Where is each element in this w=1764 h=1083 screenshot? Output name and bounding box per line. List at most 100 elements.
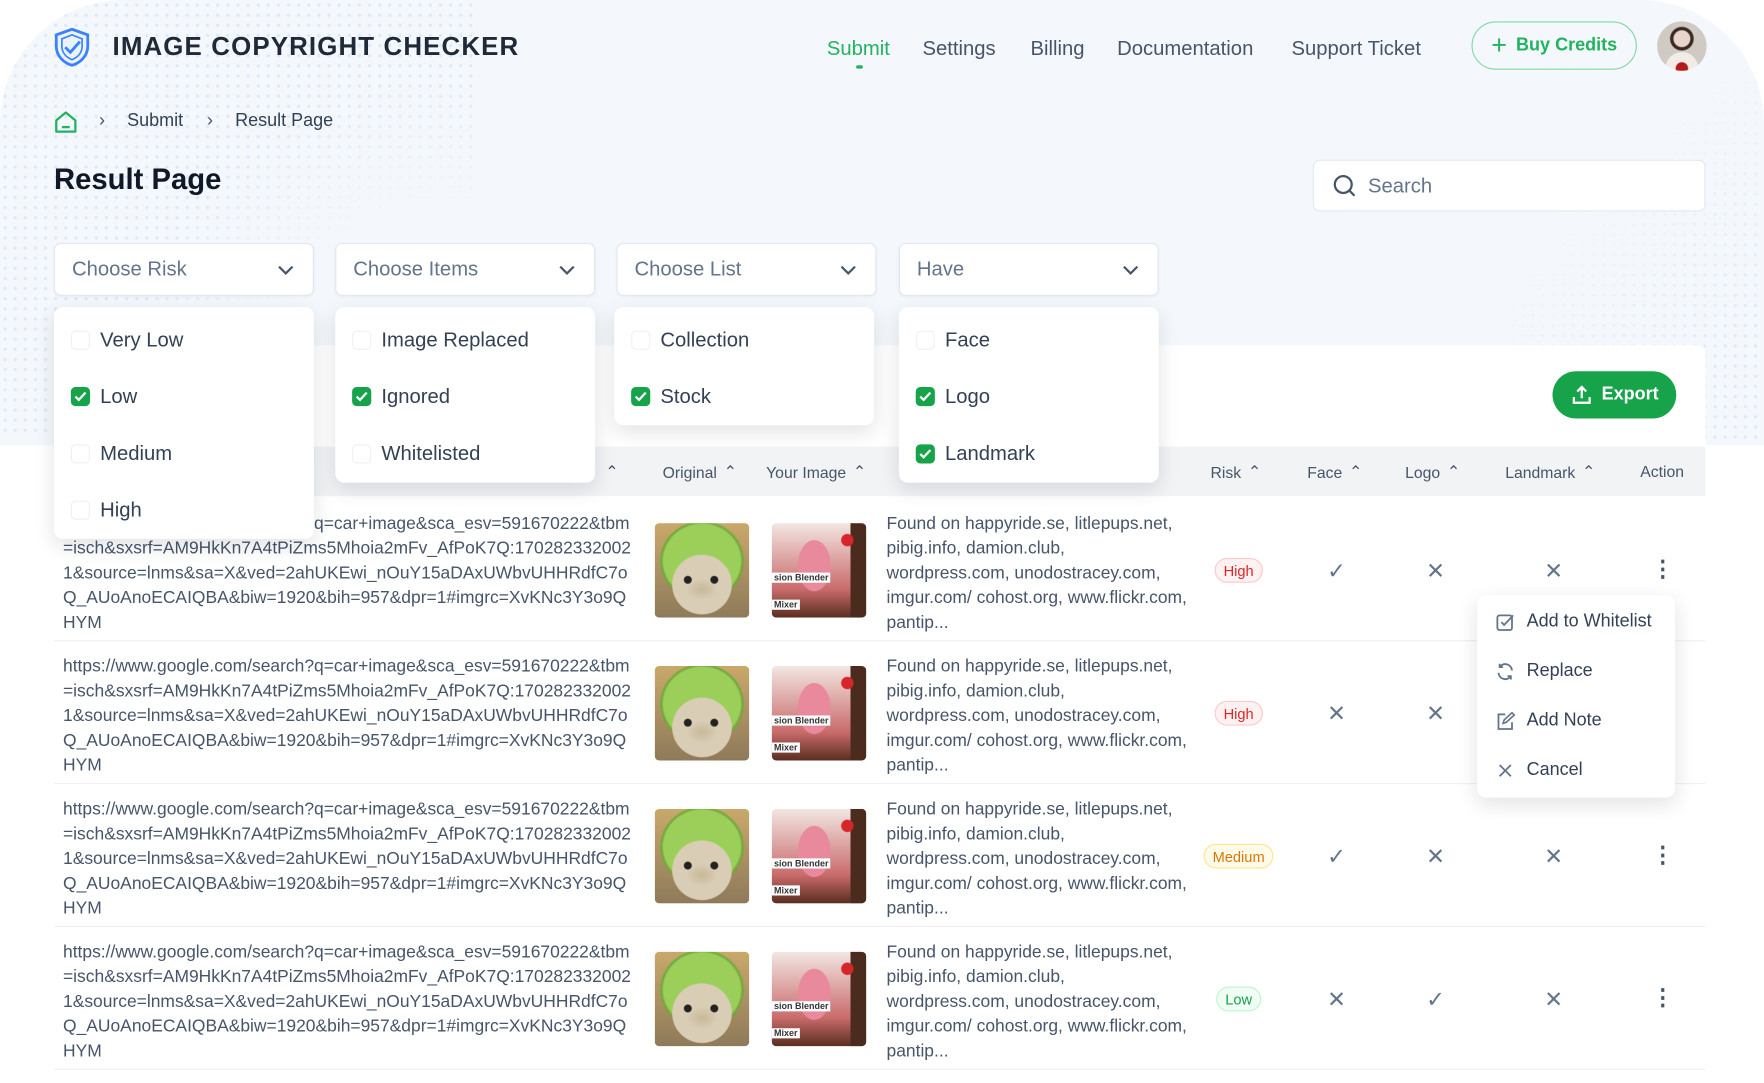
table-row: https://www.google.com/search?q=car+imag…: [54, 784, 1706, 927]
more-vertical-icon[interactable]: ⋮: [1652, 986, 1675, 1011]
filter-option[interactable]: Landmark: [899, 425, 1159, 482]
checkbox[interactable]: [70, 500, 90, 521]
check-icon: [355, 392, 368, 402]
checkbox[interactable]: [631, 330, 651, 350]
filter-list-options: Collection Stock: [614, 307, 875, 426]
your-image-thumbnail[interactable]: sion Blender Mixer: [771, 523, 867, 618]
filter-have-dropdown[interactable]: Have: [898, 243, 1159, 296]
menu-add-note[interactable]: Add Note: [1477, 696, 1675, 746]
filter-option[interactable]: Collection: [614, 312, 874, 369]
x-icon: ✕: [1426, 559, 1445, 584]
risk-badge: High: [1214, 700, 1263, 726]
column-label: Original: [662, 462, 717, 481]
filter-option[interactable]: Very Low: [54, 312, 314, 369]
checkbox[interactable]: [70, 330, 90, 350]
checkbox[interactable]: [915, 444, 935, 464]
filter-option[interactable]: Ignored: [335, 368, 595, 425]
refresh-icon: [1497, 663, 1513, 681]
check-icon: [919, 448, 932, 459]
your-image-thumbnail[interactable]: sion Blender Mixer: [771, 666, 867, 761]
option-label: Landmark: [945, 441, 1036, 465]
source-url[interactable]: https://www.google.com/search?q=car+imag…: [63, 798, 637, 922]
filter-items-dropdown[interactable]: Choose Items: [335, 243, 596, 296]
upload-icon: [1572, 385, 1591, 404]
menu-label: Add to Whitelist: [1526, 612, 1652, 632]
user-avatar[interactable]: [1657, 21, 1707, 71]
column-label: Face: [1307, 462, 1343, 481]
column-label: Your Image: [766, 462, 847, 481]
menu-add-to-whitelist[interactable]: Add to Whitelist: [1477, 597, 1675, 647]
thumb-caption: sion Blender: [771, 1001, 831, 1012]
your-image-thumbnail[interactable]: sion Blender Mixer: [771, 808, 867, 904]
option-label: Whitelisted: [381, 441, 481, 465]
original-image-thumbnail[interactable]: [654, 808, 750, 904]
dropdown-label: Choose Risk: [72, 257, 187, 281]
table-row: https://www.google.com/search?q=car+imag…: [54, 641, 1706, 785]
x-icon: ✕: [1327, 987, 1346, 1013]
buy-credits-button[interactable]: + Buy Credits: [1471, 21, 1637, 70]
sort-icon: ⌃: [852, 462, 867, 481]
thumb-caption: Mixer: [771, 742, 800, 753]
nav-support-ticket[interactable]: Support Ticket: [1292, 37, 1421, 61]
filter-list-dropdown[interactable]: Choose List: [616, 243, 877, 296]
home-icon[interactable]: [54, 110, 78, 134]
original-image-thumbnail[interactable]: [654, 666, 750, 761]
checkbox[interactable]: [352, 444, 372, 464]
thumb-caption: Mixer: [771, 1028, 800, 1039]
dropdown-label: Have: [916, 257, 965, 281]
column-your-image[interactable]: Your Image ⌃: [766, 462, 866, 481]
option-label: Stock: [660, 385, 712, 408]
nav-settings[interactable]: Settings: [923, 37, 996, 61]
chevron-down-icon: [559, 265, 575, 275]
menu-replace[interactable]: Replace: [1477, 647, 1675, 697]
risk-badge: Medium: [1203, 843, 1274, 869]
menu-label: Replace: [1526, 661, 1593, 681]
column-original[interactable]: Original ⌃: [663, 462, 737, 481]
checkbox[interactable]: [70, 387, 90, 407]
filter-option[interactable]: Logo: [899, 368, 1159, 425]
filter-items-options: Image Replaced Ignored Whitelisted: [335, 307, 596, 483]
dropdown-label: Choose List: [634, 257, 742, 281]
column-logo[interactable]: Logo ⌃: [1405, 462, 1460, 481]
column-risk[interactable]: Risk ⌃: [1211, 462, 1262, 481]
menu-label: Cancel: [1526, 760, 1583, 780]
filter-option[interactable]: Medium: [54, 425, 314, 482]
your-image-thumbnail[interactable]: sion Blender Mixer: [771, 951, 867, 1047]
filter-option[interactable]: High: [54, 482, 314, 539]
breadcrumb-submit[interactable]: Submit: [127, 111, 183, 131]
nav-submit[interactable]: Submit: [827, 37, 890, 61]
filter-risk-dropdown[interactable]: Choose Risk: [54, 243, 314, 296]
checkbox[interactable]: [352, 330, 372, 350]
original-image-thumbnail[interactable]: [654, 523, 750, 618]
shield-check-logo-icon: [54, 27, 90, 67]
checkbox[interactable]: [915, 387, 935, 407]
column-landmark[interactable]: Landmark ⌃: [1505, 462, 1595, 481]
filter-have-options: Face Logo Landmark: [898, 307, 1159, 483]
original-image-thumbnail[interactable]: [654, 951, 750, 1047]
column-face[interactable]: Face ⌃: [1307, 462, 1362, 481]
more-vertical-icon[interactable]: ⋮: [1652, 843, 1675, 868]
source-url[interactable]: https://www.google.com/search?q=car+imag…: [63, 655, 637, 779]
search-input[interactable]: Search: [1312, 159, 1706, 212]
option-label: Very Low: [100, 328, 184, 351]
filter-option[interactable]: Image Replaced: [335, 312, 595, 369]
source-url[interactable]: https://www.google.com/search?q=car+imag…: [63, 941, 637, 1065]
nav-documentation[interactable]: Documentation: [1117, 37, 1253, 61]
nav-billing[interactable]: Billing: [1031, 37, 1085, 61]
buy-credits-label: Buy Credits: [1516, 35, 1618, 55]
checkbox[interactable]: [352, 387, 372, 407]
filter-option[interactable]: Face: [899, 312, 1159, 369]
search-icon: [1333, 174, 1356, 197]
filter-option[interactable]: Whitelisted: [335, 425, 595, 482]
checkbox[interactable]: [915, 330, 935, 350]
filter-option[interactable]: Stock: [614, 368, 874, 425]
export-button[interactable]: Export: [1552, 371, 1677, 419]
checkbox[interactable]: [70, 444, 90, 464]
sort-icon[interactable]: ⌃: [605, 462, 618, 481]
page: IMAGE COPYRIGHT CHECKER Submit Settings …: [0, 0, 1764, 1083]
filter-option[interactable]: Low: [54, 368, 314, 425]
more-vertical-icon[interactable]: ⋮: [1652, 557, 1675, 582]
menu-cancel[interactable]: Cancel: [1477, 746, 1675, 796]
edit-note-icon: [1497, 711, 1516, 730]
checkbox[interactable]: [631, 387, 651, 407]
